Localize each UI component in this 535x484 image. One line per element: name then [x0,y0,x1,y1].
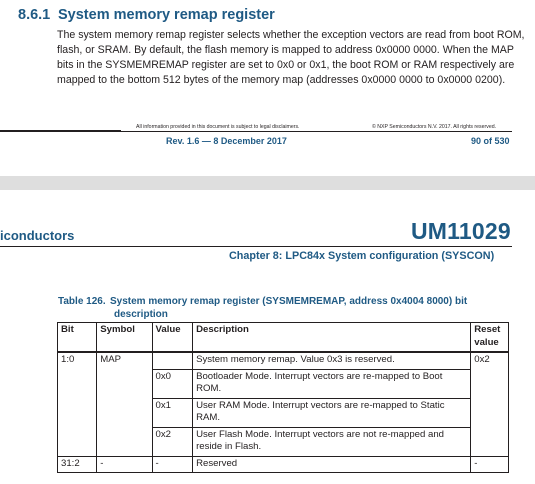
header-company: iconductors [0,228,75,243]
cell-symbol: MAP [96,351,153,457]
footer-copyright: © NXP Semiconductors N.V. 2017. All righ… [372,124,497,130]
table-header-row: Bit Symbol Value Description Reset value [56,322,509,353]
footer-page-number: 90 of 530 [471,136,510,146]
cell-value: - [151,455,194,473]
header-chapter: Chapter 8: LPC84x System configuration (… [229,250,495,262]
col-symbol: Symbol [96,322,153,353]
col-description: Description [192,322,472,353]
header-doc-id: UM11029 [411,218,511,244]
col-reset-value: Reset value [470,322,509,353]
cell-description: User Flash Mode. Interrupt vectors are n… [192,426,472,457]
cell-value: 0x2 [151,426,194,457]
cell-value: 0x0 [151,368,194,399]
header-rule [0,246,512,247]
cell-bit: 31:2 [56,455,98,473]
cell-description: Bootloader Mode. Interrupt vectors are r… [192,368,472,399]
cell-value: 0x1 [151,397,194,428]
cell-reset: 0x2 [470,351,509,457]
col-value: Value [151,322,194,353]
table-row: 31:2 - - Reserved - [56,455,509,473]
cell-bit: 1:0 [56,351,98,457]
table-caption-text-2: description [114,308,168,320]
footer-rule [0,131,512,132]
section-paragraph: The system memory remap register selects… [57,29,525,86]
table-row: 1:0 MAP System memory remap. Value 0x3 i… [56,351,509,457]
footer-disclaimer: All information provided in this documen… [136,124,300,130]
table-caption-text: System memory remap register (SYSMEMREMA… [110,296,468,307]
table-caption: Table 126. System memory remap register (… [58,296,508,321]
cell-value [151,351,194,370]
section-title: System memory remap register [58,7,275,23]
cell-reset: - [470,455,509,473]
cell-description: System memory remap. Value 0x3 is reserv… [192,351,472,370]
footer-revision: Rev. 1.6 — 8 December 2017 [166,136,287,146]
register-table: Bit Symbol Value Description Reset value… [56,322,509,473]
cell-description: Reserved [192,455,472,473]
table-caption-number: Table 126. [58,296,106,307]
cell-symbol: - [96,455,153,473]
cell-description: User RAM Mode. Interrupt vectors are re-… [192,397,472,428]
section-number: 8.6.1 [18,7,51,23]
page-gap [0,176,535,190]
col-bit: Bit [56,322,98,353]
